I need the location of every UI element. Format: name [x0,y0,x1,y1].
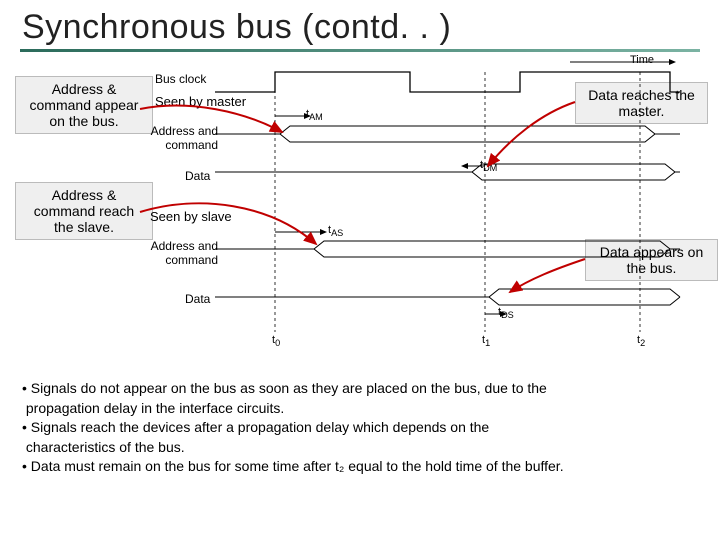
notes: • Signals do not appear on the bus as so… [22,380,698,476]
bullet-2a: • Signals reach the devices after a prop… [22,419,698,437]
bullet-1a: • Signals do not appear on the bus as so… [22,380,698,398]
title-rule [20,49,700,52]
timing-svg [10,54,710,374]
page-title: Synchronous bus (contd. . ) [22,8,720,47]
bullet-3: • Data must remain on the bus for some t… [22,458,698,476]
timing-diagram: Time Address & command appear on the bus… [10,54,710,374]
bullet-2b: characteristics of the bus. [22,439,698,457]
bullet-1b: propagation delay in the interface circu… [22,400,698,418]
